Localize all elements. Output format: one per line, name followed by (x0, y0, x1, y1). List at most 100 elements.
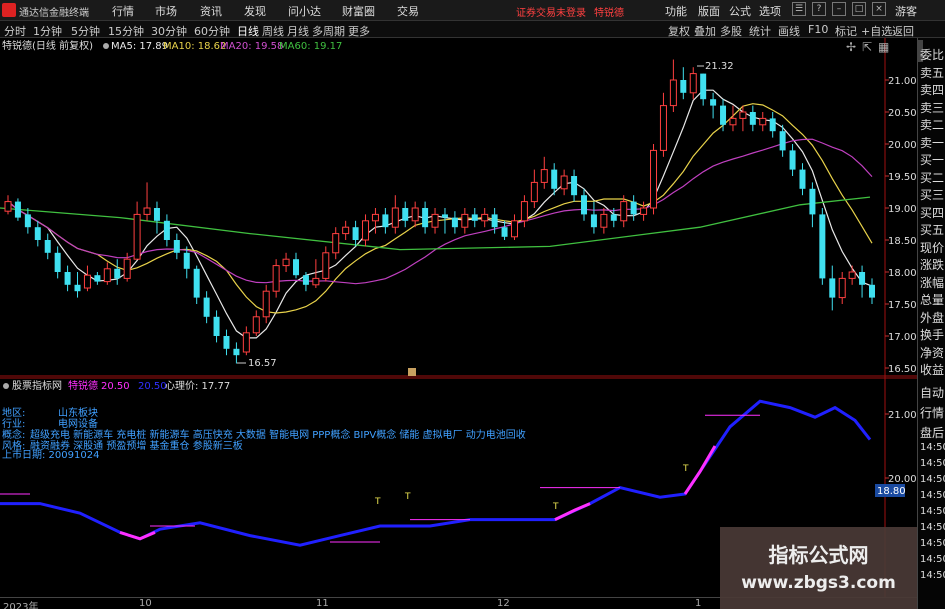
period-30min[interactable]: 30分钟 (151, 23, 187, 39)
candle-body-up (461, 213, 469, 228)
tool-back[interactable]: 返回 (892, 23, 914, 39)
candle-body-down (94, 275, 101, 282)
period-tick[interactable]: 分时 (4, 23, 26, 39)
candle-body-up (391, 207, 399, 228)
candle-body-down (819, 214, 826, 279)
menu-news[interactable]: 资讯 (200, 3, 222, 19)
tool-overlay[interactable]: 叠加 (694, 23, 716, 39)
quote-field-label: 委比 (920, 48, 945, 62)
grid-icon[interactable]: ▦ (878, 40, 889, 54)
close-icon[interactable]: × (872, 2, 886, 16)
tool-mark[interactable]: 标记 (835, 23, 857, 39)
minimize-icon[interactable]: – (832, 2, 846, 16)
svg-text:21.32: 21.32 (705, 61, 734, 72)
tool-stats[interactable]: 统计 (749, 23, 771, 39)
candle-body-up (322, 252, 330, 279)
guest-label[interactable]: 游客 (895, 3, 917, 19)
main-chart-title: 特锐德(日线 前复权) (2, 39, 93, 52)
chart-area[interactable]: 特锐德(日线 前复权) MA5: 17.89 MA10: 18.62 MA20:… (0, 38, 917, 609)
candle-body-up (759, 117, 767, 126)
candle-body-down (203, 297, 210, 317)
menu-formula[interactable]: 公式 (729, 3, 751, 19)
candle-body-down (551, 169, 558, 189)
candle-body-up (411, 207, 419, 222)
expand-icon[interactable]: ⇱ (862, 40, 872, 54)
watermark-url: www.zbgs3.com (741, 573, 896, 593)
quote-field-label: 卖四 (920, 83, 945, 97)
candle-body-down (302, 275, 309, 285)
tool-f10[interactable]: F10 (808, 23, 828, 36)
tick-time: 14:50 (920, 554, 945, 565)
date-label-2023: 2023年 (3, 602, 39, 609)
candle-body-up (689, 73, 697, 94)
price-tick-label: 16.50 (888, 364, 917, 375)
quote-field-label: 外盘 (920, 310, 945, 325)
indicator-mind-price: 心理价: 17.77 (165, 380, 230, 392)
panel-tab-label[interactable]: 行情 (920, 404, 945, 421)
menu-discover[interactable]: 发现 (244, 3, 266, 19)
indicator-line1-label: 特锐德 (68, 379, 98, 392)
menu-function[interactable]: 功能 (665, 3, 687, 19)
period-daily[interactable]: 日线 (237, 23, 259, 39)
period-15min[interactable]: 15分钟 (108, 23, 144, 39)
menu-ask[interactable]: 问小达 (288, 3, 321, 19)
date-label-12: 12 (497, 598, 510, 609)
indicator-settings-icon[interactable] (3, 383, 9, 389)
candle-body-down (223, 336, 230, 349)
industry-label: 行业: (2, 417, 25, 430)
candle-body-down (44, 240, 51, 253)
candle-body-down (64, 272, 71, 285)
candle-body-down (501, 227, 508, 237)
menu-options[interactable]: 选项 (759, 3, 781, 19)
period-1min[interactable]: 1分钟 (33, 23, 62, 39)
candle-body-down (610, 214, 617, 221)
date-label-11: 11 (316, 598, 329, 609)
tick-time: 14:50 (920, 458, 945, 469)
scroll-marker-icon[interactable] (408, 368, 416, 376)
tick-time: 14:50 (920, 506, 945, 517)
quote-field-label: 卖一 (920, 135, 945, 150)
menu-quotes[interactable]: 行情 (112, 3, 134, 19)
help-icon[interactable]: ? (812, 2, 826, 16)
t-mark: T (552, 502, 559, 512)
period-weekly[interactable]: 周线 (262, 23, 284, 39)
candle-body-up (848, 271, 856, 279)
tool-rights[interactable]: 复权 (668, 23, 690, 39)
candle-body-down (779, 131, 786, 151)
menu-trade[interactable]: 交易 (397, 3, 419, 19)
candle-body-down (590, 214, 597, 228)
price-tick-label: 21.00 (888, 76, 917, 87)
candle-body-down (749, 112, 756, 125)
date-label-10: 10 (139, 598, 152, 609)
candle-body-down (24, 214, 31, 228)
menu-wealth[interactable]: 财富圈 (342, 3, 375, 19)
tool-draw[interactable]: 画线 (778, 23, 800, 39)
candle-body-up (262, 290, 270, 318)
indicator-line1-value: 20.50 (101, 381, 130, 392)
period-multi[interactable]: 多周期 (312, 23, 345, 39)
tool-add-watch[interactable]: +自选 (861, 23, 892, 39)
quote-field-label: 涨跌 (920, 258, 945, 272)
menu-layout[interactable]: 版面 (698, 3, 720, 19)
period-5min[interactable]: 5分钟 (71, 23, 100, 39)
candle-body-up (362, 220, 370, 241)
login-warning[interactable]: 证券交易未登录 (516, 4, 586, 19)
candle-body-up (371, 213, 379, 222)
price-tick-label: 17.00 (888, 332, 917, 343)
tool-multistock[interactable]: 多股 (720, 23, 742, 39)
period-monthly[interactable]: 月线 (287, 23, 309, 39)
panel-tab-label[interactable]: 盘后 (920, 424, 945, 441)
candle-body-up (133, 213, 141, 260)
maximize-icon[interactable]: □ (852, 2, 866, 16)
period-more[interactable]: 更多 (348, 23, 370, 39)
price-tick-label: 20.00 (888, 140, 917, 151)
candle-body-down (769, 118, 776, 132)
user-icon[interactable]: ☰ (792, 2, 806, 16)
pin-icon[interactable]: ✢ (846, 40, 856, 54)
panel-tab-label[interactable]: 自动 (920, 384, 945, 401)
period-60min[interactable]: 60分钟 (194, 23, 230, 39)
menu-bar: 通达信金融终端 行情 市场 资讯 发现 问小达 财富圈 交易 证券交易未登录 特… (0, 0, 945, 21)
menu-market[interactable]: 市场 (155, 3, 177, 19)
listing-date: 上市日期: 20091024 (2, 448, 99, 461)
settings-dot-icon[interactable] (103, 43, 109, 49)
